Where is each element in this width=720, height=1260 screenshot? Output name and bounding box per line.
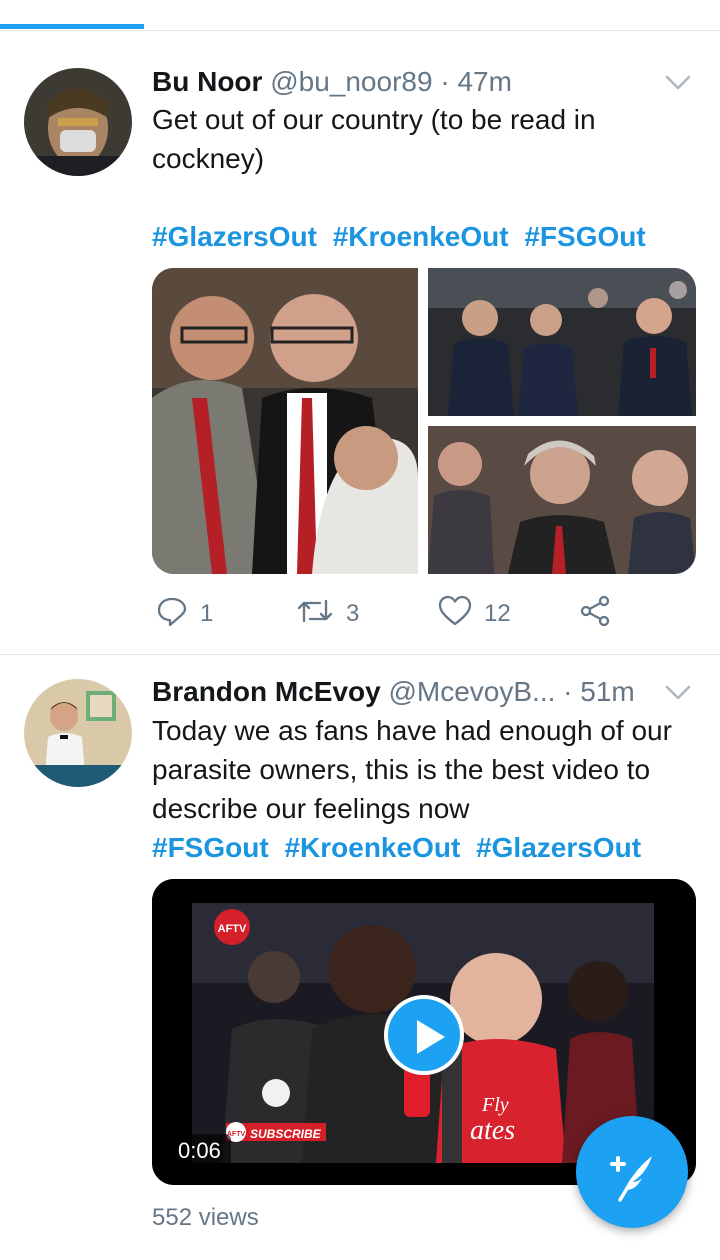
timestamp: 51m <box>580 676 635 707</box>
retweet-button[interactable]: 3 <box>296 594 359 634</box>
hashtag-link[interactable]: #KroenkeOut <box>284 832 460 863</box>
photo-3[interactable] <box>428 426 696 574</box>
chevron-down-icon[interactable] <box>660 672 696 712</box>
photo-grid <box>152 268 696 574</box>
share-icon <box>578 594 612 635</box>
tweet-header: Brandon McEvoy @McevoyB... · 51m <box>152 672 696 712</box>
avatar[interactable] <box>24 68 132 176</box>
compose-tweet-icon <box>576 1156 688 1232</box>
tab-bar <box>0 0 720 31</box>
hashtag-link[interactable]: #GlazersOut <box>476 832 641 863</box>
compose-tweet-button[interactable] <box>576 1116 688 1228</box>
tweet-text: Get out of our country (to be read in co… <box>152 104 596 174</box>
author-handle[interactable]: @bu_noor89 <box>270 66 432 97</box>
hashtag-link[interactable]: #KroenkeOut <box>333 221 509 252</box>
separator-dot: · <box>563 676 573 707</box>
hashtag-row: #FSGout #KroenkeOut #GlazersOut <box>152 828 696 867</box>
author-name[interactable]: Brandon McEvoy <box>152 676 381 707</box>
retweet-count: 3 <box>346 600 360 627</box>
photo-1[interactable] <box>152 268 418 574</box>
chevron-down-icon[interactable] <box>660 62 696 102</box>
tweet-actions: 1 3 12 <box>152 594 672 634</box>
tweet-header: Bu Noor @bu_noor89 · 47m <box>152 62 696 102</box>
reply-icon <box>156 595 188 634</box>
hashtag-link[interactable]: #GlazersOut <box>152 221 317 252</box>
like-count: 12 <box>484 600 511 627</box>
photo-2[interactable] <box>428 268 696 416</box>
view-count: 552 views <box>152 1204 259 1231</box>
shirt-sponsor-line-1: Fly <box>481 1094 509 1116</box>
heart-icon <box>438 595 472 634</box>
video-duration: 0:06 <box>168 1134 231 1168</box>
reply-button[interactable]: 1 <box>156 594 213 634</box>
like-button[interactable]: 12 <box>438 594 511 634</box>
retweet-icon <box>296 595 334 634</box>
author-name[interactable]: Bu Noor <box>152 66 262 97</box>
avatar[interactable] <box>24 679 132 787</box>
aftv-badge: AFTV <box>218 923 247 935</box>
hashtag-link[interactable]: #FSGout <box>152 832 269 863</box>
tweet-text: Today we as fans have had enough of our … <box>152 715 672 824</box>
separator-dot: · <box>440 66 450 97</box>
author-handle[interactable]: @McevoyB... <box>388 676 555 707</box>
active-tab-indicator <box>0 24 144 29</box>
timestamp: 47m <box>457 66 512 97</box>
subscribe-label: SUBSCRIBE <box>250 1127 322 1141</box>
reply-count: 1 <box>200 600 214 627</box>
play-button[interactable] <box>384 995 464 1075</box>
shirt-sponsor-line-2: ates <box>470 1115 515 1146</box>
share-button[interactable] <box>578 594 612 634</box>
hashtag-link[interactable]: #FSGOut <box>524 221 645 252</box>
hashtag-row: #GlazersOut #KroenkeOut #FSGOut <box>152 217 696 256</box>
